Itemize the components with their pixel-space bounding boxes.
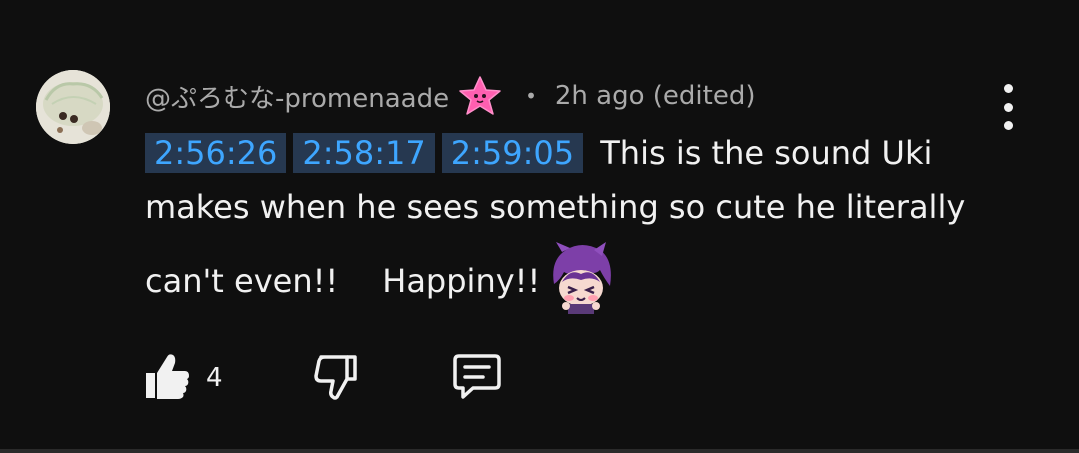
like-button[interactable]: 4: [142, 351, 223, 405]
comment-line-3: can't even!! Happiny!!: [145, 240, 1005, 314]
divider: [0, 449, 1079, 453]
comment-text-segment: Happiny!!: [382, 262, 541, 300]
comment-header: @ぷろむな-promenaade • 2h ago (edited): [145, 74, 756, 118]
comment-line-2: makes when he sees something so cute he …: [145, 188, 966, 226]
timestamp-link-3[interactable]: 2:59:05: [441, 133, 584, 173]
comment-text-segment: can't even!!: [145, 262, 339, 300]
thumbs-up-icon: [142, 351, 192, 405]
kebab-dot: [1003, 102, 1013, 112]
dislike-button[interactable]: [311, 351, 361, 405]
comment-reply-icon: [451, 350, 503, 406]
timestamp-link-2[interactable]: 2:58:17: [293, 133, 435, 173]
reply-button[interactable]: [451, 350, 503, 406]
thumbs-down-icon: [311, 351, 361, 405]
comment-actions: 4: [142, 352, 503, 404]
like-count: 4: [206, 363, 223, 393]
kebab-dot: [1003, 84, 1013, 93]
avatar-image: [36, 70, 110, 144]
kebab-menu-icon[interactable]: [994, 84, 1022, 130]
comment-timestamp[interactable]: 2h ago (edited): [555, 81, 756, 111]
purple-hair-chibi-emoji: [544, 240, 618, 314]
separator-dot: •: [525, 84, 537, 108]
comment-text: 2:56:26 2:58:17 2:59:05 This is the sound …: [145, 126, 1005, 314]
comment-avatar[interactable]: [36, 70, 110, 144]
pink-star-icon: [455, 74, 505, 118]
comment-line-1: 2:56:26 2:58:17 2:59:05 This is the sound …: [145, 126, 1005, 180]
author-handle[interactable]: @ぷろむな-promenaade: [145, 78, 449, 115]
comment-text-segment: This is the sound Uki: [600, 134, 933, 172]
timestamp-link-1[interactable]: 2:56:26: [145, 133, 287, 173]
